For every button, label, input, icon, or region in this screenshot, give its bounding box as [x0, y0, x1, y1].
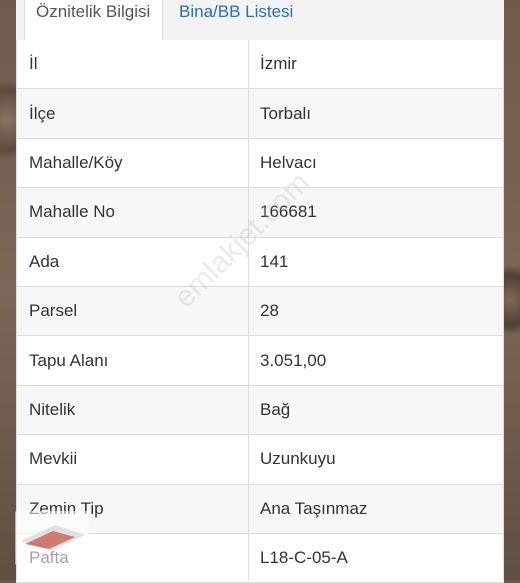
- table-row: İl İzmir: [16, 40, 504, 90]
- table-row: PaftaL18-C-05-A: [16, 533, 504, 583]
- row-key: Tapu Alanı: [29, 350, 109, 370]
- tab-building-list[interactable]: Bina/BB Listesi: [179, 0, 293, 40]
- row-value: Bağ: [260, 399, 291, 419]
- row-key: Ada: [29, 251, 60, 271]
- site-logo: [15, 511, 89, 565]
- tab-bar: Öznitelik Bilgisi Bina/BB Listesi: [16, 0, 504, 41]
- table-row: Zemin Tip Ana Taşınmaz: [16, 484, 504, 534]
- row-key: Nitelik: [29, 399, 76, 419]
- row-value: İzmir: [260, 54, 297, 74]
- column-divider: [248, 40, 249, 580]
- row-value: 166681: [260, 202, 317, 222]
- row-value: Uzunkuyu: [260, 449, 336, 469]
- row-value: 3.051,00: [260, 350, 327, 370]
- table-border-right: [503, 40, 504, 580]
- table-row: İlçe Torbalı: [16, 89, 504, 139]
- attribute-panel: Öznitelik Bilgisi Bina/BB Listesi İl İzmi…: [16, 0, 504, 583]
- row-key: İlçe: [29, 103, 56, 123]
- table-row: Mahalle No 166681: [16, 188, 504, 238]
- row-key: Mahalle/Köy: [29, 152, 123, 172]
- table-row: Parsel 28: [16, 286, 504, 337]
- row-value: 28: [260, 301, 279, 321]
- row-key: İl: [29, 54, 38, 74]
- row-key: Parsel: [29, 301, 78, 321]
- attribute-table: İl İzmir İlçe Torbalı Mahalle/Köy Helvacı M…: [16, 40, 504, 583]
- row-value: Ana Taşınmaz: [260, 498, 368, 518]
- tab-attribute-info[interactable]: Öznitelik Bilgisi: [24, 0, 163, 40]
- row-value: L18-C-05-A: [260, 548, 348, 568]
- table-row: Mahalle/Köy Helvacı: [16, 138, 504, 189]
- table-row: Ada 141: [16, 237, 504, 287]
- row-key: Mevkii: [29, 449, 78, 469]
- logo-icon: [21, 525, 85, 551]
- table-row: Mevkii Uzunkuyu: [16, 435, 504, 485]
- row-key: Mahalle No: [29, 202, 115, 222]
- row-value: Helvacı: [260, 152, 317, 172]
- row-value: Torbalı: [260, 103, 312, 123]
- table-row: Tapu Alanı 3.051,00: [16, 336, 504, 386]
- table-border-left: [16, 40, 17, 580]
- row-value: 141: [260, 251, 289, 271]
- table-row: Nitelik Bağ: [16, 385, 504, 436]
